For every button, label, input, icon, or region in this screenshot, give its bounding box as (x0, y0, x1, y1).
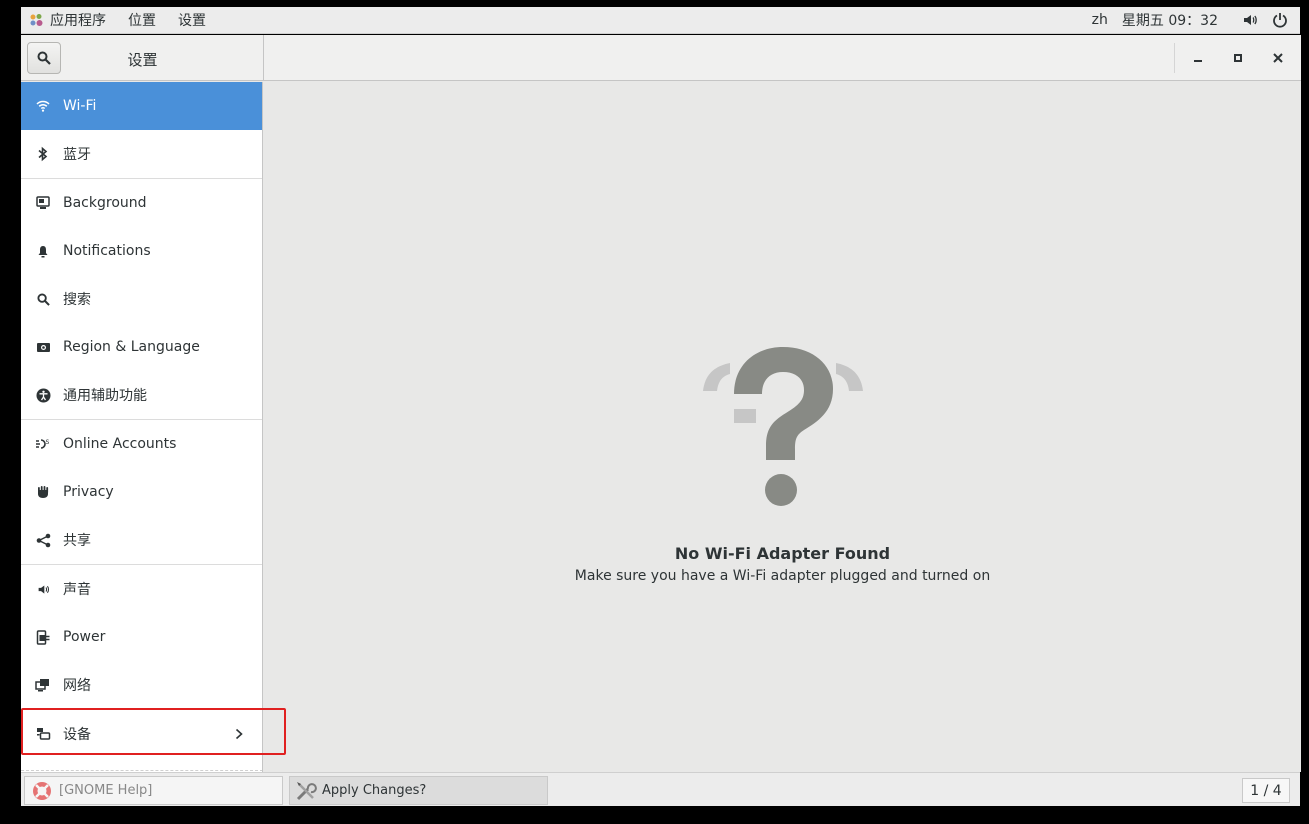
sidebar-item-label: Background (63, 195, 147, 211)
sidebar-item-label: Notifications (63, 243, 151, 259)
header-separator (1174, 43, 1175, 73)
minimize-icon (1193, 53, 1203, 63)
background-icon (35, 195, 51, 211)
sidebar-item-power[interactable]: Power (21, 613, 262, 661)
online-accounts-icon: S (35, 436, 51, 452)
header-bar: 设置 (21, 35, 1301, 81)
svg-text:S: S (46, 439, 50, 446)
sidebar-item-label: Wi-Fi (63, 98, 97, 114)
sidebar-item-search[interactable]: 搜索 (21, 275, 262, 323)
sidebar-item-accessibility[interactable]: 通用辅助功能 (21, 371, 262, 419)
applications-menu-label: 应用程序 (50, 13, 106, 29)
sidebar-item-label: Online Accounts (63, 436, 177, 452)
input-method-indicator[interactable]: zh (1092, 12, 1108, 28)
sidebar-item-network[interactable]: 网络 (21, 661, 262, 709)
taskbar-item-label: Apply Changes? (322, 783, 427, 798)
sidebar-scroll-edge (21, 770, 262, 771)
clock[interactable]: 星期五 09：32 (1122, 10, 1218, 30)
maximize-button[interactable] (1227, 47, 1249, 69)
power-plug-icon (35, 629, 51, 645)
gnome-foot-icon (29, 13, 44, 28)
maximize-icon (1233, 53, 1243, 63)
chevron-right-icon (235, 728, 243, 740)
empty-state-title: No Wi-Fi Adapter Found (674, 544, 891, 563)
sidebar-item-devices[interactable]: 设备 (21, 709, 262, 758)
bell-icon (35, 243, 51, 259)
sidebar-item-label: 共享 (63, 533, 91, 549)
sidebar-item-sound[interactable]: 声音 (21, 565, 262, 613)
accessibility-icon (35, 387, 51, 403)
applications-menu[interactable]: 应用程序 (21, 7, 117, 33)
lifebuoy-icon (31, 780, 53, 802)
sidebar-item-bluetooth[interactable]: 蓝牙 (21, 130, 262, 178)
sidebar-item-label: 网络 (63, 678, 91, 694)
close-icon (1273, 53, 1283, 63)
camera-icon (35, 339, 51, 355)
minimize-button[interactable] (1187, 47, 1209, 69)
workspace-switcher[interactable]: 1 / 4 (1242, 778, 1290, 803)
sidebar-item-wifi[interactable]: Wi-Fi (21, 82, 262, 130)
taskbar-item-gnome-help[interactable]: [GNOME Help] (24, 776, 283, 805)
settings-menu[interactable]: 设置 (167, 7, 217, 33)
sidebar-item-label: Region & Language (63, 339, 200, 355)
empty-state-subtitle: Make sure you have a Wi-Fi adapter plugg… (574, 568, 991, 584)
sidebar-item-region-language[interactable]: Region & Language (21, 323, 262, 371)
hand-icon (35, 484, 51, 500)
sidebar-item-label: Privacy (63, 484, 114, 500)
settings-window: 设置 Wi-Fi 蓝牙 Background Notifications 搜索 … (21, 35, 1301, 772)
wifi-panel: No Wi-Fi Adapter Found Make sure you hav… (264, 82, 1301, 772)
network-icon (35, 677, 51, 693)
sidebar-item-notifications[interactable]: Notifications (21, 227, 262, 275)
speaker-icon (35, 581, 51, 597)
sidebar-item-label: 声音 (63, 582, 91, 598)
header-bar-sidebar-section: 设置 (21, 35, 264, 81)
devices-icon (35, 726, 51, 742)
sidebar-item-label: Power (63, 629, 106, 645)
question-mark-icon (700, 344, 866, 514)
power-icon[interactable] (1272, 12, 1288, 28)
top-bar: 应用程序 位置 设置 zh 星期五 09：32 (21, 7, 1300, 34)
sidebar-item-label: 蓝牙 (63, 147, 91, 163)
window-title: 设置 (127, 51, 158, 69)
sidebar-item-label: 通用辅助功能 (63, 388, 147, 404)
sidebar-item-label: 搜索 (63, 292, 91, 308)
bottom-panel: [GNOME Help] Apply Changes? 1 / 4 (21, 772, 1300, 806)
wifi-icon (35, 98, 51, 114)
settings-sidebar: Wi-Fi 蓝牙 Background Notifications 搜索 Reg… (21, 82, 263, 772)
sidebar-item-label: 设备 (63, 726, 91, 743)
taskbar-item-label: [GNOME Help] (59, 783, 153, 798)
sidebar-item-privacy[interactable]: Privacy (21, 468, 262, 516)
close-button[interactable] (1267, 47, 1289, 69)
places-menu[interactable]: 位置 (117, 7, 167, 33)
sidebar-item-sharing[interactable]: 共享 (21, 516, 262, 564)
volume-icon[interactable] (1242, 12, 1258, 28)
sidebar-item-online-accounts[interactable]: S Online Accounts (21, 420, 262, 468)
bluetooth-icon (35, 146, 51, 162)
search-icon (35, 291, 51, 307)
tools-icon (295, 780, 317, 802)
taskbar-item-apply-changes[interactable]: Apply Changes? (289, 776, 548, 805)
share-icon (35, 532, 51, 548)
sidebar-item-background[interactable]: Background (21, 179, 262, 227)
